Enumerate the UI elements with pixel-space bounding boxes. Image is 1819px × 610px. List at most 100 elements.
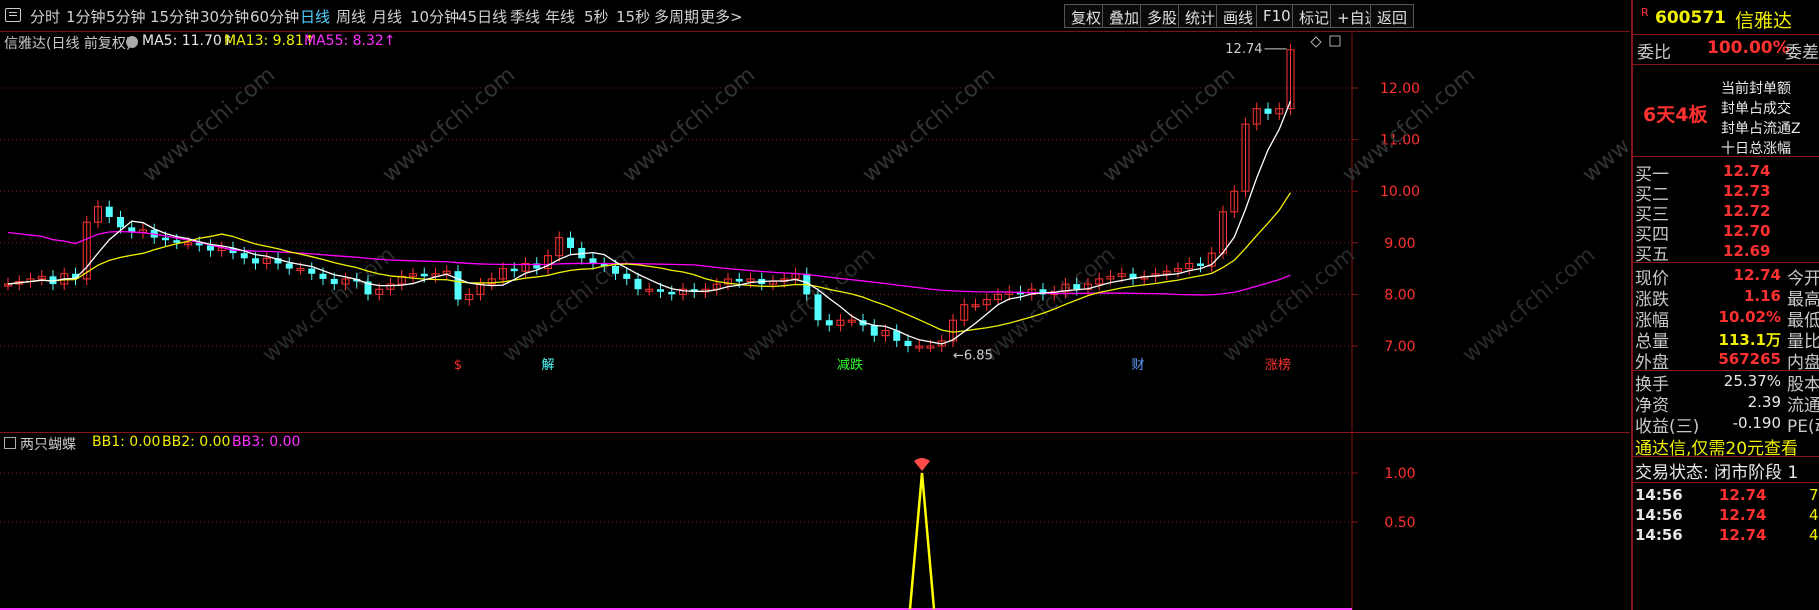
tick-time: 14:56 bbox=[1635, 526, 1683, 544]
trade-status: 交易状态: 闭市阶段 1 bbox=[1635, 463, 1799, 483]
seal-stat-label: 封单占流通Z bbox=[1721, 121, 1801, 137]
period-tab[interactable]: 15秒 bbox=[616, 6, 650, 27]
candle-body bbox=[117, 217, 124, 228]
promo-banner[interactable]: 通达信,仅需20元查看 bbox=[1635, 434, 1798, 459]
period-tab[interactable]: 分时 bbox=[30, 6, 60, 27]
high-price-label: 12.74 bbox=[1225, 42, 1262, 57]
indicator-tick-label: 0.50 bbox=[1384, 515, 1415, 531]
stock-name: 信雅达 bbox=[1735, 10, 1793, 32]
period-tab[interactable]: 60分钟 bbox=[250, 6, 299, 27]
period-tab[interactable]: 更多> bbox=[700, 6, 743, 27]
period-tab[interactable]: 5秒 bbox=[584, 6, 609, 27]
quote-row: 收益(三)-0.190PE(动 bbox=[1633, 412, 1819, 437]
indicator-tick-label: 1.00 bbox=[1384, 466, 1415, 482]
quote-row: 买五 12.69 bbox=[1633, 240, 1819, 265]
event-marker: 涨榜 bbox=[1265, 357, 1291, 373]
candle-body bbox=[657, 289, 664, 292]
watermark: www.cfchi.com bbox=[618, 62, 760, 187]
period-toolbar: 分时 1分钟 5分钟 15分钟 30分钟 60分钟 日线 周线 月线 10分钟 45日线 季线 年线 5秒… bbox=[0, 0, 1630, 32]
candle-body bbox=[634, 278, 642, 290]
bid-price: 12.72 bbox=[1723, 202, 1771, 220]
watermark: www.cfchi.com bbox=[1458, 242, 1600, 367]
candle-body bbox=[105, 206, 113, 217]
low-price-label: ←6.85 bbox=[953, 349, 993, 364]
stock-header[interactable]: R 600571 信雅达 bbox=[1633, 6, 1819, 32]
quote-panel: R 600571 信雅达 委比 100.00% 委差 6天4板 当前封单额 封单占… bbox=[1631, 0, 1819, 610]
tick-time: 14:56 bbox=[1635, 486, 1683, 504]
tick-volume: 4 bbox=[1809, 506, 1819, 524]
candle-body bbox=[1264, 108, 1272, 114]
watermark: www.cfchi.com bbox=[1098, 62, 1240, 187]
candlestick-plot[interactable]: 12.0011.0010.009.008.007.00www.cfchi.com… bbox=[0, 33, 1630, 431]
candle-body bbox=[567, 237, 574, 248]
tick-price: 12.74 bbox=[1719, 506, 1767, 524]
candle-body bbox=[173, 240, 181, 243]
watermark: www.cfchi.com bbox=[978, 242, 1120, 367]
quote-value: 1.16 bbox=[1743, 287, 1781, 305]
toolbar-button[interactable]: 画线 bbox=[1216, 4, 1261, 28]
tick-volume: 4 bbox=[1809, 526, 1819, 544]
candle-body bbox=[510, 268, 518, 272]
candle-body bbox=[308, 268, 316, 274]
period-tab[interactable]: 周线 bbox=[336, 6, 366, 27]
kline-chart[interactable]: 信雅达(日线 前复权) MA5: 11.70↑ MA13: 9.81↑ MA55… bbox=[0, 33, 1630, 431]
seal-stat-label: 封单占成交 bbox=[1721, 101, 1791, 117]
candle-body bbox=[285, 263, 293, 269]
candle-body bbox=[162, 237, 169, 241]
candle-body bbox=[904, 340, 912, 346]
menu-icon[interactable] bbox=[5, 8, 21, 22]
tick-time: 14:56 bbox=[1635, 506, 1683, 524]
quote-row: 外盘 567265 内盘 bbox=[1633, 348, 1819, 373]
period-tab[interactable]: 年线 bbox=[545, 6, 575, 27]
tick-volume: 7 bbox=[1809, 486, 1819, 504]
period-tab[interactable]: 季线 bbox=[510, 6, 540, 27]
seal-stat-label: 十日总涨幅 bbox=[1721, 141, 1791, 157]
stock-code: 600571 bbox=[1655, 8, 1726, 28]
quote-row: 14:56 12.74 4 bbox=[1633, 526, 1819, 550]
candle-body bbox=[240, 253, 248, 259]
bid-price: 12.70 bbox=[1723, 222, 1771, 240]
period-tab[interactable]: 10分钟 bbox=[410, 6, 459, 27]
signal-marker-icon bbox=[914, 458, 930, 471]
badge: R bbox=[1641, 6, 1649, 19]
period-tab[interactable]: 1分钟 bbox=[66, 6, 106, 27]
watermark: www.cfchi.com bbox=[138, 62, 280, 187]
candle-body bbox=[589, 258, 597, 264]
diamond-icon bbox=[1310, 36, 1322, 48]
watermark: www.cfchi.com bbox=[1218, 242, 1360, 367]
seal-stat-label: 当前封单额 bbox=[1721, 81, 1791, 97]
candle-body bbox=[825, 320, 833, 326]
period-tab[interactable]: 月线 bbox=[372, 6, 402, 27]
period-tab[interactable]: 5分钟 bbox=[106, 6, 146, 27]
period-tab[interactable]: 30分钟 bbox=[200, 6, 249, 27]
quote-value: 10.02% bbox=[1718, 308, 1781, 326]
watermark: www.cfchi.com bbox=[498, 242, 640, 367]
period-tab[interactable]: 多周期 bbox=[654, 6, 699, 27]
quote-value: 12.74 bbox=[1733, 266, 1781, 284]
candle-body bbox=[1073, 284, 1081, 290]
candle-body bbox=[1197, 263, 1204, 267]
bid-price: 12.69 bbox=[1723, 242, 1771, 260]
indicator-chart[interactable]: 两只蝴蝶 BB1: 0.00 BB2: 0.00 BB3: 0.00 1.00 0… bbox=[0, 432, 1630, 610]
watermark: www.cfchi.com bbox=[378, 62, 520, 187]
candle-body bbox=[319, 273, 327, 279]
quote-value: 113.1万 bbox=[1718, 331, 1781, 349]
price-tick-label: 12.00 bbox=[1380, 81, 1420, 97]
candle-body bbox=[668, 291, 676, 295]
tick-price: 12.74 bbox=[1719, 526, 1767, 544]
period-tab[interactable]: 45日线 bbox=[458, 6, 507, 27]
weicha-label: 委差 bbox=[1785, 43, 1819, 63]
price-tick-label: 10.00 bbox=[1380, 184, 1420, 200]
event-marker: 减跌 bbox=[837, 357, 863, 373]
indicator-plot: 1.00 0.50 bbox=[0, 433, 1416, 610]
candle-body bbox=[735, 278, 743, 282]
period-tab[interactable]: 日线 bbox=[300, 6, 330, 27]
stat-value: -0.190 bbox=[1732, 414, 1781, 432]
tick-price: 12.74 bbox=[1719, 486, 1767, 504]
toolbar-button[interactable]: 返回 bbox=[1370, 4, 1415, 28]
period-tab[interactable]: 15分钟 bbox=[150, 6, 199, 27]
quote-value: 567265 bbox=[1718, 350, 1781, 368]
board-count: 6天4板 bbox=[1643, 104, 1708, 126]
candle-body bbox=[252, 258, 259, 264]
event-marker: 解 bbox=[541, 358, 554, 373]
